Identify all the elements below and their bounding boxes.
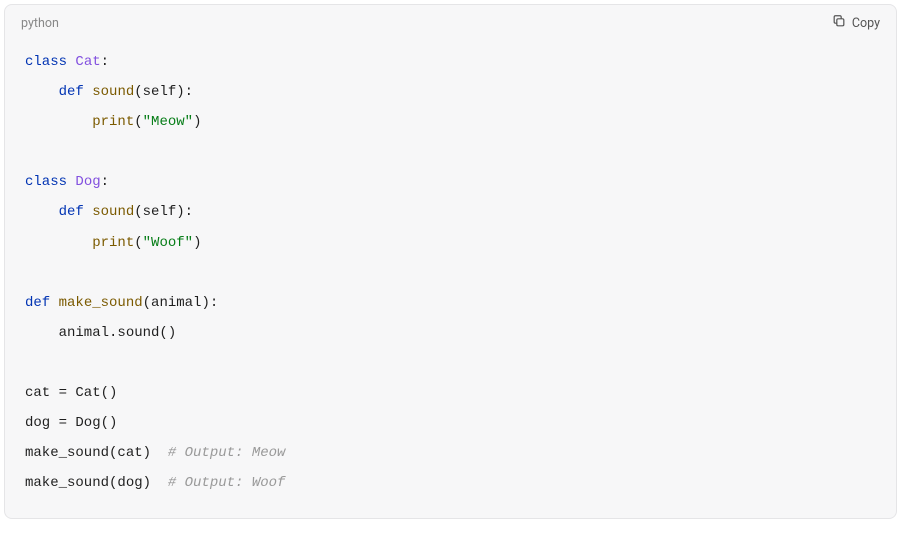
copy-button[interactable]: Copy: [832, 14, 880, 32]
copy-button-label: Copy: [852, 16, 880, 31]
language-label: python: [21, 16, 59, 31]
code-header: python Copy: [5, 5, 896, 41]
copy-icon: [832, 14, 846, 32]
code-block: python Copy class Cat: def sound(self): …: [4, 4, 897, 519]
code-content: class Cat: def sound(self): print("Meow"…: [5, 41, 896, 518]
